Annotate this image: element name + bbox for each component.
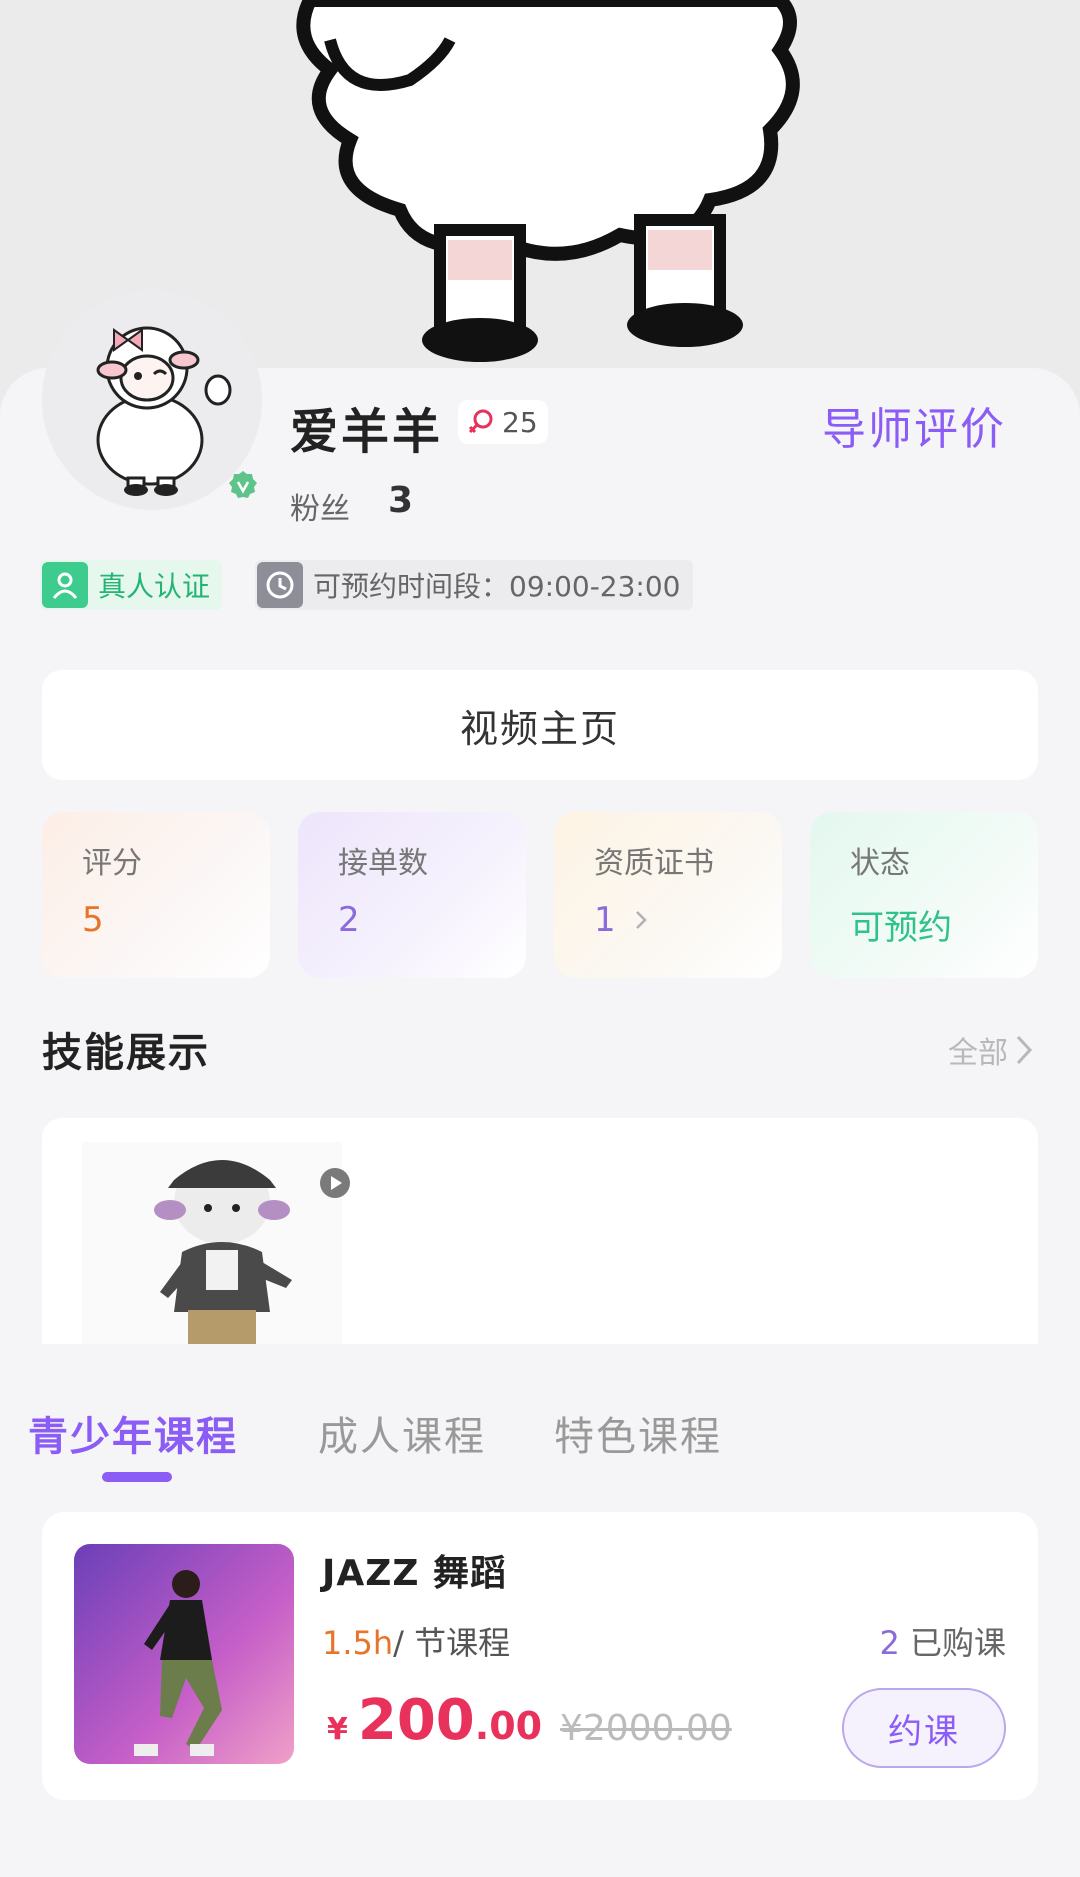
currency-symbol: ¥: [327, 1712, 348, 1747]
sold-number: 2: [879, 1624, 900, 1662]
price-integer: 200: [357, 1688, 475, 1753]
stat-card-certificates[interactable]: 资质证书 1: [554, 812, 782, 978]
sold-label: 已购课: [909, 1624, 1006, 1662]
fans-count[interactable]: 3: [388, 480, 413, 521]
skill-video-thumbnail: [82, 1142, 342, 1344]
course-cover-image: [74, 1544, 294, 1764]
course-price: ¥ 200 .00: [327, 1688, 542, 1753]
skills-section-title: 技能展示: [42, 1030, 210, 1076]
tab-special-courses[interactable]: 特色课程: [554, 1404, 722, 1462]
stat-label: 状态: [850, 846, 910, 881]
female-icon: [468, 409, 493, 434]
play-icon: [320, 1168, 350, 1198]
clock-icon: [257, 562, 303, 608]
stat-value: 2: [338, 900, 360, 940]
skill-video-card[interactable]: [42, 1118, 1038, 1344]
book-course-button[interactable]: 约课: [842, 1688, 1006, 1768]
stat-card-score: 评分 5: [42, 812, 270, 978]
course-title: JAZZ 舞蹈: [322, 1553, 507, 1594]
real-person-verified-tag: 真人认证: [40, 560, 223, 610]
stat-card-orders: 接单数 2: [298, 812, 526, 978]
active-tab-indicator: [102, 1472, 172, 1482]
course-card[interactable]: JAZZ 舞蹈 1.5h/ 节课程 2 已购课 ¥ 200 .00 ¥2000.…: [42, 1512, 1038, 1800]
stat-value: 1: [594, 900, 616, 940]
booking-hours-tag: 可预约时间段：09:00-23:00: [255, 560, 693, 610]
teacher-review-link[interactable]: 导师评价: [822, 393, 1006, 457]
chevron-right-icon: [635, 911, 647, 929]
price-decimal: .00: [474, 1704, 543, 1748]
verified-tag-label: 真人认证: [98, 570, 211, 603]
teacher-name: 爱羊羊: [290, 404, 444, 460]
skills-view-all-link[interactable]: 全部: [948, 1028, 1034, 1072]
teacher-profile-page: 爱羊羊 25 导师评价 粉丝 3 真人认证 可预约时间段：09:00-23:00…: [0, 0, 1080, 1877]
course-sold-count: 2 已购课: [879, 1618, 1006, 1664]
stat-card-status: 状态 可预约: [810, 812, 1038, 978]
original-price: ¥2000.00: [560, 1708, 732, 1749]
stat-value: 5: [82, 900, 104, 940]
verified-badge-icon: [229, 471, 257, 498]
stat-label: 资质证书: [594, 846, 714, 881]
stat-label: 接单数: [338, 846, 428, 881]
stat-label: 评分: [82, 846, 142, 881]
age-value: 25: [502, 405, 538, 439]
video-home-button[interactable]: 视频主页: [42, 670, 1038, 780]
person-icon: [42, 562, 88, 608]
course-duration-value: 1.5h: [322, 1624, 394, 1662]
course-duration-suffix: / 节课程: [393, 1624, 511, 1662]
view-all-label: 全部: [948, 1036, 1008, 1071]
tab-youth-courses[interactable]: 青少年课程: [28, 1404, 238, 1462]
stat-value: 可预约: [850, 908, 952, 948]
booking-hours-label: 可预约时间段：09:00-23:00: [313, 570, 681, 603]
chevron-right-icon: [1016, 1035, 1033, 1065]
course-duration: 1.5h/ 节课程: [322, 1618, 510, 1664]
fans-label: 粉丝: [290, 492, 350, 527]
tab-adult-courses[interactable]: 成人课程: [318, 1404, 486, 1462]
age-badge: 25: [458, 400, 548, 444]
